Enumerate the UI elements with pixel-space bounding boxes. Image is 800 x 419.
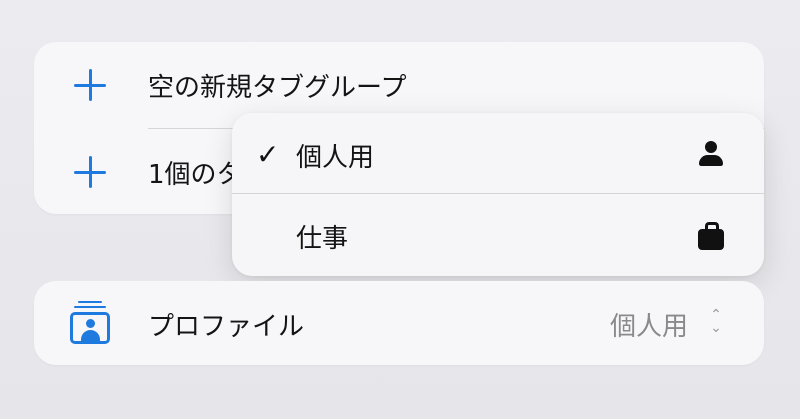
checkmark-icon: ✓ xyxy=(256,138,280,171)
new-empty-tab-group-label: 空の新規タブグループ xyxy=(148,72,407,103)
profile-option-work[interactable]: 仕事 xyxy=(232,194,764,274)
profile-popup-menu: ✓ 個人用 仕事 xyxy=(232,113,764,276)
person-icon xyxy=(698,141,724,169)
profile-row[interactable]: プロファイル 個人用 ⌃ ⌄ xyxy=(34,281,764,365)
profile-label: プロファイル xyxy=(148,312,305,342)
chevron-up-down-icon[interactable]: ⌃ ⌄ xyxy=(706,308,726,337)
plus-icon xyxy=(72,154,108,190)
briefcase-icon xyxy=(698,222,724,250)
profile-option-personal[interactable]: ✓ 個人用 xyxy=(232,113,764,193)
plus-icon xyxy=(72,67,108,103)
profile-stack-icon xyxy=(70,301,110,345)
profile-value[interactable]: 個人用 xyxy=(610,306,688,343)
new-tab-group-from-tab-label: 1個のタ xyxy=(148,159,243,190)
profile-option-label: 仕事 xyxy=(296,224,349,254)
profile-option-label: 個人用 xyxy=(296,143,375,173)
